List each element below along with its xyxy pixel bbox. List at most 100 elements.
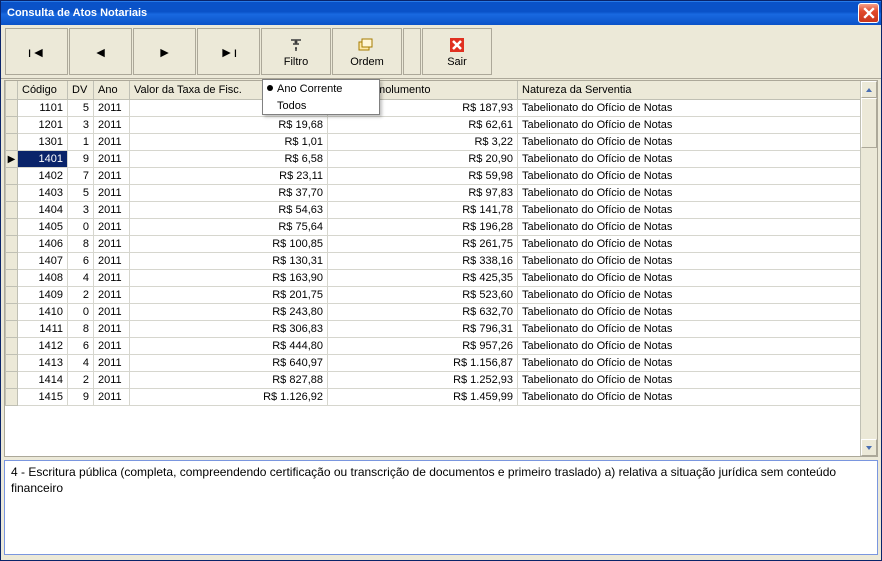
cell-codigo[interactable]: 1201	[18, 116, 68, 133]
cell-ano[interactable]: 2011	[94, 184, 130, 201]
cell-emolumento[interactable]: R$ 523,60	[328, 286, 518, 303]
table-row[interactable]: 141342011R$ 640,97R$ 1.156,87Tabelionato…	[6, 354, 877, 371]
table-row[interactable]: 120132011R$ 19,68R$ 62,61Tabelionato do …	[6, 116, 877, 133]
cell-ano[interactable]: 2011	[94, 150, 130, 167]
cell-natureza[interactable]: Tabelionato do Ofício de Notas	[518, 150, 877, 167]
cell-emolumento[interactable]: R$ 632,70	[328, 303, 518, 320]
table-row[interactable]: 140432011R$ 54,63R$ 141,78Tabelionato do…	[6, 201, 877, 218]
menu-item-todos[interactable]: Todos	[263, 97, 379, 114]
table-row[interactable]: 140922011R$ 201,75R$ 523,60Tabelionato d…	[6, 286, 877, 303]
cell-natureza[interactable]: Tabelionato do Ofício de Notas	[518, 99, 877, 116]
table-row[interactable]: 140352011R$ 37,70R$ 97,83Tabelionato do …	[6, 184, 877, 201]
cell-ano[interactable]: 2011	[94, 269, 130, 286]
table-row[interactable]: 140682011R$ 100,85R$ 261,75Tabelionato d…	[6, 235, 877, 252]
cell-ano[interactable]: 2011	[94, 99, 130, 116]
table-row[interactable]: 141422011R$ 827,88R$ 1.252,93Tabelionato…	[6, 371, 877, 388]
cell-natureza[interactable]: Tabelionato do Ofício de Notas	[518, 354, 877, 371]
cell-ano[interactable]: 2011	[94, 252, 130, 269]
cell-ano[interactable]: 2011	[94, 320, 130, 337]
cell-dv[interactable]: 3	[68, 201, 94, 218]
cell-codigo[interactable]: 1415	[18, 388, 68, 405]
cell-dv[interactable]: 4	[68, 354, 94, 371]
cell-natureza[interactable]: Tabelionato do Ofício de Notas	[518, 116, 877, 133]
cell-taxa[interactable]: R$ 827,88	[130, 371, 328, 388]
nav-last-button[interactable]: ►ı	[197, 28, 260, 75]
cell-dv[interactable]: 6	[68, 337, 94, 354]
filtro-button[interactable]: Filtro	[261, 28, 331, 75]
cell-codigo[interactable]: 1407	[18, 252, 68, 269]
table-row[interactable]: 140842011R$ 163,90R$ 425,35Tabelionato d…	[6, 269, 877, 286]
cell-dv[interactable]: 1	[68, 133, 94, 150]
cell-taxa[interactable]: R$ 130,31	[130, 252, 328, 269]
cell-dv[interactable]: 0	[68, 218, 94, 235]
data-grid[interactable]: Código DV Ano Valor da Taxa de Fisc. alo…	[4, 80, 878, 457]
cell-taxa[interactable]: R$ 1.126,92	[130, 388, 328, 405]
table-row[interactable]: 140502011R$ 75,64R$ 196,28Tabelionato do…	[6, 218, 877, 235]
cell-emolumento[interactable]: R$ 1.156,87	[328, 354, 518, 371]
cell-natureza[interactable]: Tabelionato do Ofício de Notas	[518, 269, 877, 286]
cell-emolumento[interactable]: R$ 261,75	[328, 235, 518, 252]
cell-codigo[interactable]: 1101	[18, 99, 68, 116]
cell-natureza[interactable]: Tabelionato do Ofício de Notas	[518, 235, 877, 252]
cell-taxa[interactable]: R$ 54,63	[130, 201, 328, 218]
cell-ano[interactable]: 2011	[94, 133, 130, 150]
cell-taxa[interactable]: R$ 640,97	[130, 354, 328, 371]
table-row[interactable]: 141002011R$ 243,80R$ 632,70Tabelionato d…	[6, 303, 877, 320]
cell-taxa[interactable]: R$ 444,80	[130, 337, 328, 354]
col-dv-header[interactable]: DV	[68, 81, 94, 99]
cell-dv[interactable]: 2	[68, 286, 94, 303]
cell-codigo[interactable]: 1411	[18, 320, 68, 337]
cell-emolumento[interactable]: R$ 1.252,93	[328, 371, 518, 388]
table-row[interactable]: 141182011R$ 306,83R$ 796,31Tabelionato d…	[6, 320, 877, 337]
cell-emolumento[interactable]: R$ 338,16	[328, 252, 518, 269]
cell-taxa[interactable]: R$ 75,64	[130, 218, 328, 235]
menu-item-ano-corrente[interactable]: Ano Corrente	[263, 80, 379, 97]
table-row[interactable]: 141262011R$ 444,80R$ 957,26Tabelionato d…	[6, 337, 877, 354]
nav-first-button[interactable]: ı◄	[5, 28, 68, 75]
cell-natureza[interactable]: Tabelionato do Ofício de Notas	[518, 388, 877, 405]
cell-natureza[interactable]: Tabelionato do Ofício de Notas	[518, 218, 877, 235]
cell-ano[interactable]: 2011	[94, 167, 130, 184]
cell-emolumento[interactable]: R$ 796,31	[328, 320, 518, 337]
scroll-thumb[interactable]	[861, 98, 877, 148]
cell-dv[interactable]: 8	[68, 320, 94, 337]
cell-natureza[interactable]: Tabelionato do Ofício de Notas	[518, 201, 877, 218]
cell-ano[interactable]: 2011	[94, 388, 130, 405]
cell-ano[interactable]: 2011	[94, 303, 130, 320]
nav-next-button[interactable]: ►	[133, 28, 196, 75]
cell-taxa[interactable]: R$ 23,11	[130, 167, 328, 184]
table-row[interactable]: ▶140192011R$ 6,58R$ 20,90Tabelionato do …	[6, 150, 877, 167]
cell-emolumento[interactable]: R$ 97,83	[328, 184, 518, 201]
table-row[interactable]: 141592011R$ 1.126,92R$ 1.459,99Tabeliona…	[6, 388, 877, 405]
cell-dv[interactable]: 6	[68, 252, 94, 269]
cell-codigo[interactable]: 1401	[18, 150, 68, 167]
cell-ano[interactable]: 2011	[94, 286, 130, 303]
cell-taxa[interactable]: R$ 6,58	[130, 150, 328, 167]
cell-dv[interactable]: 7	[68, 167, 94, 184]
cell-codigo[interactable]: 1408	[18, 269, 68, 286]
cell-ano[interactable]: 2011	[94, 116, 130, 133]
cell-codigo[interactable]: 1402	[18, 167, 68, 184]
cell-emolumento[interactable]: R$ 425,35	[328, 269, 518, 286]
ordem-button[interactable]: Ordem	[332, 28, 402, 75]
cell-dv[interactable]: 4	[68, 269, 94, 286]
cell-emolumento[interactable]: R$ 196,28	[328, 218, 518, 235]
nav-prev-button[interactable]: ◄	[69, 28, 132, 75]
cell-taxa[interactable]: R$ 100,85	[130, 235, 328, 252]
cell-natureza[interactable]: Tabelionato do Ofício de Notas	[518, 167, 877, 184]
cell-ano[interactable]: 2011	[94, 235, 130, 252]
col-ano-header[interactable]: Ano	[94, 81, 130, 99]
table-row[interactable]: 110152011R$ 187,93Tabelionato do Ofício …	[6, 99, 877, 116]
cell-taxa[interactable]: R$ 201,75	[130, 286, 328, 303]
table-row[interactable]: 130112011R$ 1,01R$ 3,22Tabelionato do Of…	[6, 133, 877, 150]
cell-taxa[interactable]: R$ 1,01	[130, 133, 328, 150]
cell-natureza[interactable]: Tabelionato do Ofício de Notas	[518, 337, 877, 354]
cell-ano[interactable]: 2011	[94, 371, 130, 388]
cell-codigo[interactable]: 1412	[18, 337, 68, 354]
cell-ano[interactable]: 2011	[94, 337, 130, 354]
cell-taxa[interactable]: R$ 37,70	[130, 184, 328, 201]
cell-emolumento[interactable]: R$ 59,98	[328, 167, 518, 184]
close-button[interactable]	[858, 3, 879, 23]
cell-natureza[interactable]: Tabelionato do Ofício de Notas	[518, 286, 877, 303]
cell-codigo[interactable]: 1405	[18, 218, 68, 235]
